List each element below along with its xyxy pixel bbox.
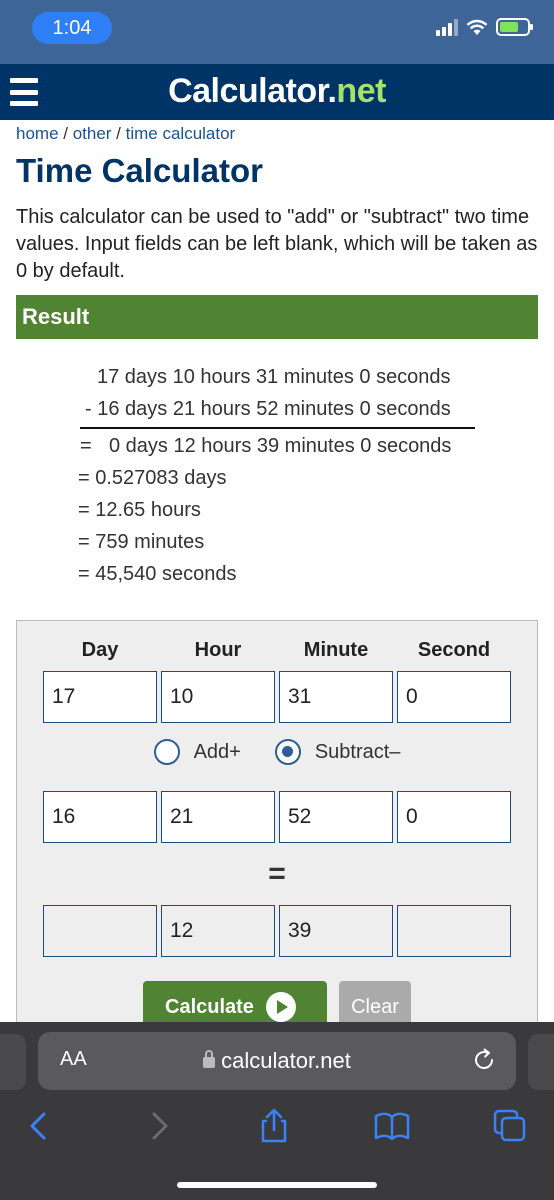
add-radio[interactable]: [153, 739, 180, 765]
result-minutes: = 759 minutes: [78, 531, 205, 553]
lock-icon: [203, 1050, 216, 1068]
play-icon: [265, 992, 296, 1022]
result-divider: [80, 427, 475, 429]
equals-sign: =: [268, 857, 286, 890]
add-radio-label[interactable]: Add+: [194, 741, 241, 764]
site-logo[interactable]: Calculator.net: [0, 72, 554, 111]
second-second-input[interactable]: 0: [397, 791, 511, 843]
result-days: = 0.527083 days: [78, 467, 227, 489]
breadcrumb-separator: /: [58, 124, 73, 143]
logo-text: Calculator.: [168, 72, 337, 110]
page-title: Time Calculator: [16, 152, 263, 189]
column-header-second: Second: [417, 639, 491, 661]
next-tab-peek[interactable]: [528, 1034, 554, 1090]
breadcrumb-home-link[interactable]: home: [16, 124, 59, 143]
breadcrumb-current-link[interactable]: time calculator: [126, 124, 236, 143]
result-day-field: [43, 905, 157, 957]
wifi-icon: [466, 19, 488, 35]
main-content: home / other / time calculator Time Calc…: [16, 124, 538, 339]
second-day-input[interactable]: 16: [43, 791, 157, 843]
status-bar: 1:04: [0, 0, 554, 64]
first-hour-input[interactable]: 10: [161, 671, 275, 723]
column-header-minute: Minute: [303, 639, 369, 661]
result-line-subtrahend: - 16 days 21 hours 52 minutes 0 seconds: [85, 398, 451, 420]
second-hour-input[interactable]: 21: [161, 791, 275, 843]
address-bar[interactable]: AA calculator.net: [38, 1032, 516, 1090]
result-line-minuend: 17 days 10 hours 31 minutes 0 seconds: [97, 366, 451, 388]
page-description: This calculator can be used to "add" or …: [16, 206, 538, 282]
back-icon[interactable]: [20, 1106, 60, 1146]
share-icon[interactable]: [254, 1106, 294, 1146]
second-minute-input[interactable]: 52: [279, 791, 393, 843]
signal-icon: [436, 18, 458, 36]
column-header-day: Day: [81, 639, 119, 661]
breadcrumb: home / other / time calculator: [16, 124, 538, 144]
result-minute-field: 39: [279, 905, 393, 957]
browser-chrome: AA calculator.net: [0, 1022, 554, 1200]
previous-tab-peek[interactable]: [0, 1034, 26, 1090]
battery-icon: [496, 18, 533, 36]
bookmarks-icon[interactable]: [372, 1106, 412, 1146]
result-heading: Result: [16, 295, 538, 339]
breadcrumb-separator: /: [111, 124, 126, 143]
first-day-input[interactable]: 17: [43, 671, 157, 723]
url-text: calculator.net: [221, 1048, 351, 1073]
status-time[interactable]: 1:04: [32, 12, 112, 44]
reload-icon[interactable]: [470, 1046, 498, 1074]
result-seconds: = 45,540 seconds: [78, 563, 237, 585]
status-icons: [436, 18, 533, 36]
first-second-input[interactable]: 0: [397, 671, 511, 723]
result-line-difference: 0 days 12 hours 39 minutes 0 seconds: [109, 435, 452, 457]
site-header: Calculator.net: [0, 64, 554, 120]
result-hours: = 12.65 hours: [78, 499, 201, 521]
time-calculator-form: Day Hour Minute Second 17 10 31 0 Add+ S…: [16, 620, 538, 1040]
forward-icon[interactable]: [138, 1106, 178, 1146]
result-hour-field: 12: [161, 905, 275, 957]
calculate-button-label: Calculate: [165, 995, 254, 1018]
subtract-radio-label[interactable]: Subtract–: [315, 741, 401, 764]
url-display[interactable]: calculator.net: [38, 1048, 516, 1074]
home-indicator: [177, 1182, 377, 1188]
result-second-field: [397, 905, 511, 957]
result-equals-sign: =: [80, 435, 92, 457]
column-header-hour: Hour: [194, 639, 242, 661]
subtract-radio[interactable]: [274, 739, 301, 765]
browser-toolbar: [0, 1106, 554, 1156]
breadcrumb-other-link[interactable]: other: [73, 124, 112, 143]
tabs-icon[interactable]: [490, 1106, 530, 1146]
logo-accent-text: net: [336, 72, 386, 110]
first-minute-input[interactable]: 31: [279, 671, 393, 723]
operation-radio-group: Add+ Subtract–: [17, 739, 537, 765]
